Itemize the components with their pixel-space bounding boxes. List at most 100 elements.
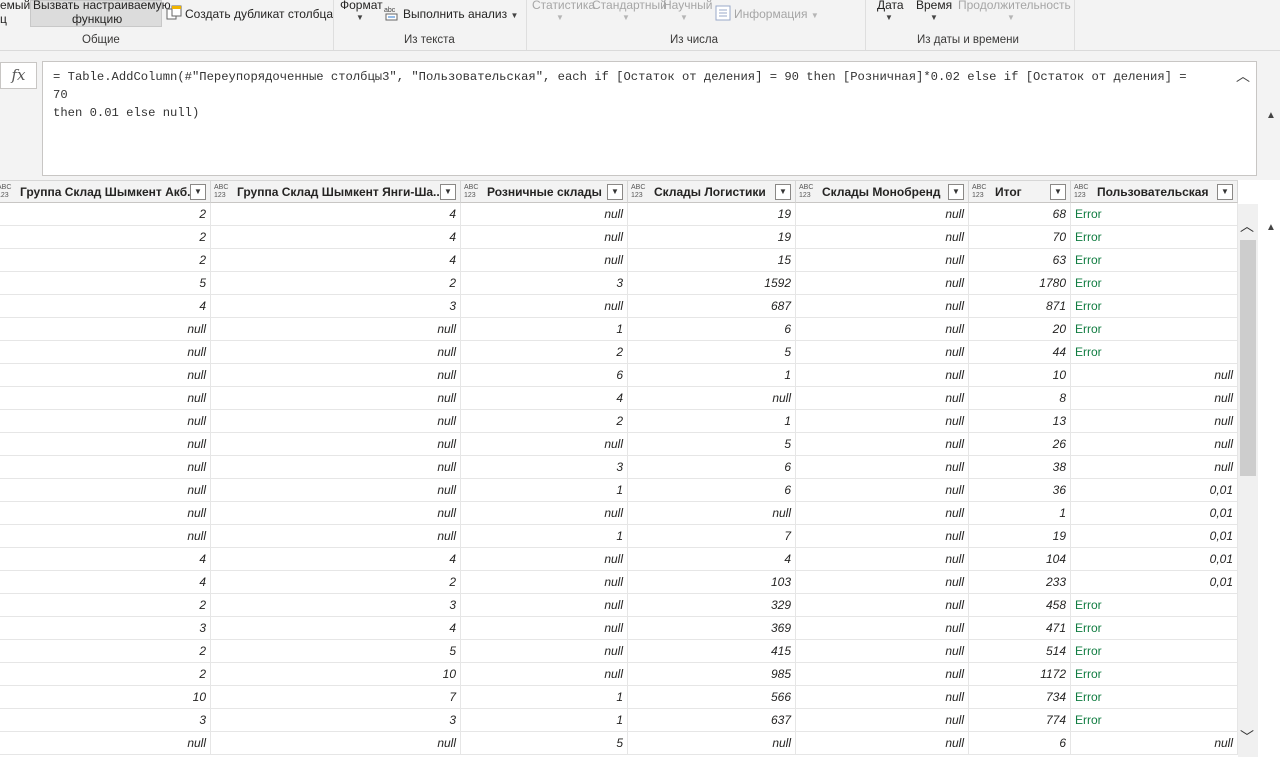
table-cell[interactable]: 0,01	[1071, 525, 1238, 547]
table-cell[interactable]: 6	[628, 456, 796, 478]
table-cell[interactable]: 8	[969, 387, 1071, 409]
format-button[interactable]: Формат	[340, 0, 383, 12]
error-cell[interactable]: Error	[1071, 709, 1238, 731]
table-cell[interactable]: 1	[461, 525, 628, 547]
table-cell[interactable]: null	[0, 410, 211, 432]
table-cell[interactable]: 38	[969, 456, 1071, 478]
table-cell[interactable]: 514	[969, 640, 1071, 662]
table-cell[interactable]: null	[461, 203, 628, 225]
type-any-icon[interactable]: ABC 123	[972, 184, 986, 199]
formula-input[interactable]: = Table.AddColumn(#"Переупорядоченные ст…	[42, 61, 1257, 176]
filter-dropdown-icon[interactable]: ▼	[440, 184, 456, 200]
column-header[interactable]: ABC 123 Склады Монобренд ▼	[796, 180, 969, 203]
column-header[interactable]: ABC 123 Группа Склад Шымкент Янги-Ша... ▼	[211, 180, 461, 203]
table-cell[interactable]: null	[461, 571, 628, 593]
table-cell[interactable]: 2	[0, 249, 211, 271]
table-cell[interactable]: null	[211, 479, 461, 501]
table-cell[interactable]: 4	[211, 617, 461, 639]
table-cell[interactable]: null	[796, 456, 969, 478]
table-cell[interactable]: 104	[969, 548, 1071, 570]
table-cell[interactable]: 6	[628, 318, 796, 340]
table-cell[interactable]: null	[796, 594, 969, 616]
table-cell[interactable]: null	[211, 502, 461, 524]
error-cell[interactable]: Error	[1071, 640, 1238, 662]
table-cell[interactable]: 36	[969, 479, 1071, 501]
table-cell[interactable]: 4	[211, 203, 461, 225]
table-cell[interactable]: null	[0, 433, 211, 455]
error-cell[interactable]: Error	[1071, 272, 1238, 294]
table-cell[interactable]: 44	[969, 341, 1071, 363]
error-cell[interactable]: Error	[1071, 203, 1238, 225]
table-cell[interactable]: 637	[628, 709, 796, 731]
table-cell[interactable]: null	[0, 732, 211, 754]
column-header[interactable]: ABC 123 Группа Склад Шымкент Акб...▼	[0, 180, 211, 203]
table-cell[interactable]: null	[461, 226, 628, 248]
type-any-icon[interactable]: ABC 123	[1074, 184, 1088, 199]
type-any-icon[interactable]: ABC 123	[799, 184, 813, 199]
table-cell[interactable]: 871	[969, 295, 1071, 317]
table-cell[interactable]: 19	[628, 226, 796, 248]
table-cell[interactable]: 2	[0, 203, 211, 225]
formula-collapse-chevron-up-icon[interactable]: ︿	[1236, 66, 1250, 86]
table-cell[interactable]: 15	[628, 249, 796, 271]
table-cell[interactable]: null	[211, 387, 461, 409]
filter-dropdown-icon[interactable]: ▼	[948, 184, 964, 200]
table-cell[interactable]: null	[796, 617, 969, 639]
table-cell[interactable]: null	[796, 410, 969, 432]
vertical-scrollbar[interactable]	[1238, 204, 1258, 757]
date-button[interactable]: Дата	[877, 0, 904, 12]
error-cell[interactable]: Error	[1071, 594, 1238, 616]
table-cell[interactable]: null	[0, 387, 211, 409]
table-cell[interactable]: 2	[0, 594, 211, 616]
filter-dropdown-icon[interactable]: ▼	[775, 184, 791, 200]
table-cell[interactable]: 20	[969, 318, 1071, 340]
table-cell[interactable]: null	[796, 479, 969, 501]
table-cell[interactable]: null	[1071, 387, 1238, 409]
table-cell[interactable]: null	[461, 249, 628, 271]
error-cell[interactable]: Error	[1071, 318, 1238, 340]
table-cell[interactable]: null	[796, 525, 969, 547]
table-cell[interactable]: 4	[628, 548, 796, 570]
table-cell[interactable]: 3	[461, 456, 628, 478]
table-cell[interactable]: 415	[628, 640, 796, 662]
table-cell[interactable]: 1	[628, 364, 796, 386]
table-cell[interactable]: 1	[628, 410, 796, 432]
table-cell[interactable]: 0,01	[1071, 571, 1238, 593]
table-cell[interactable]: null	[796, 318, 969, 340]
table-cell[interactable]: 4	[211, 548, 461, 570]
table-cell[interactable]: null	[0, 318, 211, 340]
table-cell[interactable]: null	[0, 502, 211, 524]
table-cell[interactable]: 1780	[969, 272, 1071, 294]
table-cell[interactable]: null	[796, 341, 969, 363]
table-cell[interactable]: null	[796, 295, 969, 317]
table-cell[interactable]: 3	[211, 295, 461, 317]
table-cell[interactable]: null	[628, 502, 796, 524]
table-cell[interactable]: 5	[0, 272, 211, 294]
table-cell[interactable]: 2	[211, 272, 461, 294]
table-cell[interactable]: null	[0, 525, 211, 547]
table-cell[interactable]: null	[796, 249, 969, 271]
table-cell[interactable]: null	[796, 226, 969, 248]
error-cell[interactable]: Error	[1071, 295, 1238, 317]
duration-button[interactable]: Продолжительность	[958, 0, 1071, 12]
table-cell[interactable]: null	[796, 686, 969, 708]
type-any-icon[interactable]: ABC 123	[214, 184, 228, 199]
column-header[interactable]: ABC 123 Склады Логистики ▼	[628, 180, 796, 203]
time-button[interactable]: Время	[916, 0, 952, 12]
table-cell[interactable]: 1	[461, 686, 628, 708]
scrollbar-thumb[interactable]	[1240, 240, 1256, 476]
table-cell[interactable]: null	[1071, 433, 1238, 455]
error-cell[interactable]: Error	[1071, 686, 1238, 708]
table-cell[interactable]: 1592	[628, 272, 796, 294]
table-cell[interactable]: 1	[969, 502, 1071, 524]
ribbon-partial-button[interactable]: емый	[0, 0, 30, 12]
table-cell[interactable]: null	[796, 387, 969, 409]
fx-icon[interactable]: fx	[0, 62, 37, 89]
table-cell[interactable]: 1	[461, 709, 628, 731]
table-cell[interactable]: 19	[969, 525, 1071, 547]
table-cell[interactable]: 63	[969, 249, 1071, 271]
table-cell[interactable]: null	[211, 525, 461, 547]
table-cell[interactable]: 26	[969, 433, 1071, 455]
error-cell[interactable]: Error	[1071, 341, 1238, 363]
table-cell[interactable]: 0,01	[1071, 479, 1238, 501]
